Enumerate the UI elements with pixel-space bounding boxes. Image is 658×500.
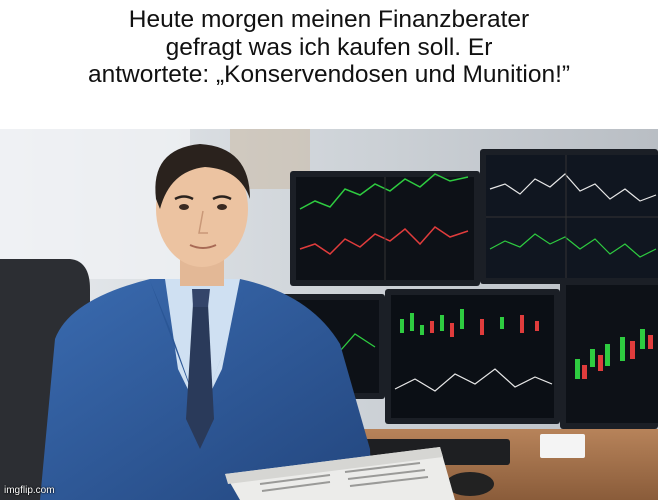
mouse: [446, 472, 494, 496]
monitor-lower-right: [560, 279, 658, 429]
watermark-text: imgflip.com: [4, 485, 55, 496]
monitor-lower-middle: [385, 289, 560, 424]
trader-scene: [0, 129, 658, 500]
meme-photo: imgflip.com: [0, 129, 658, 500]
monitor-upper-right: [480, 149, 658, 284]
meme-caption: Heute morgen meinen Finanzberater gefrag…: [0, 6, 658, 89]
caption-line-1: Heute morgen meinen Finanzberater: [128, 6, 530, 33]
caption-line-3: antwortete: „Konservendosen und Munition…: [87, 61, 571, 88]
caption-line-2: gefragt was ich kaufen soll. Er: [165, 33, 493, 61]
monitor-upper-left: [290, 171, 480, 286]
